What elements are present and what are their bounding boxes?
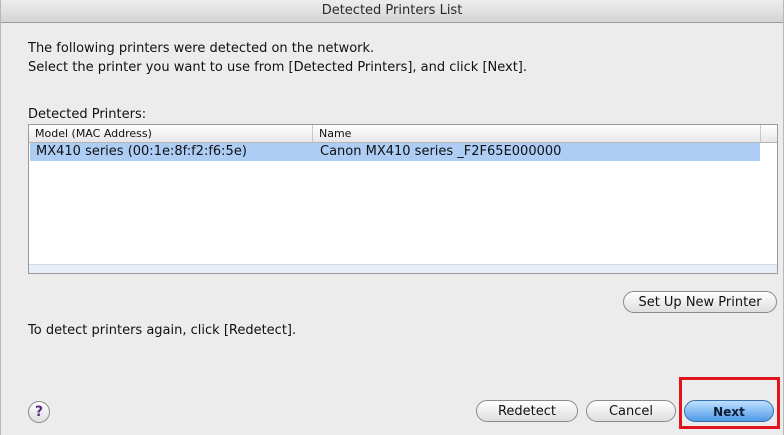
detected-printers-label: Detected Printers: xyxy=(28,107,147,122)
intro-line-1: The following printers were detected on … xyxy=(28,41,375,56)
redetect-hint: To detect printers again, click [Redetec… xyxy=(28,323,297,338)
cancel-button[interactable]: Cancel xyxy=(586,400,676,422)
table-row[interactable]: MX410 series (00:1e:8f:f2:f6:5e) Canon M… xyxy=(30,143,760,161)
help-icon[interactable]: ? xyxy=(28,401,50,423)
redetect-button[interactable]: Redetect xyxy=(476,400,578,422)
printer-name-cell: Canon MX410 series _F2F65E000000 xyxy=(320,144,562,159)
set-up-new-printer-button[interactable]: Set Up New Printer xyxy=(623,291,777,313)
horizontal-scrollbar[interactable] xyxy=(29,264,777,273)
intro-line-2: Select the printer you want to use from … xyxy=(28,60,528,75)
intro-text: The following printers were detected on … xyxy=(28,39,527,77)
column-header-name[interactable]: Name xyxy=(313,125,761,142)
detected-printers-list[interactable]: Model (MAC Address) Name MX410 series (0… xyxy=(28,124,778,274)
window-title: Detected Printers List xyxy=(1,0,783,23)
column-header-model[interactable]: Model (MAC Address) xyxy=(29,125,313,142)
list-header: Model (MAC Address) Name xyxy=(29,125,777,143)
dialog-window: Detected Printers List The following pri… xyxy=(0,0,784,435)
printer-model-cell: MX410 series (00:1e:8f:f2:f6:5e) xyxy=(36,144,247,159)
next-button-highlight-box xyxy=(679,377,780,429)
